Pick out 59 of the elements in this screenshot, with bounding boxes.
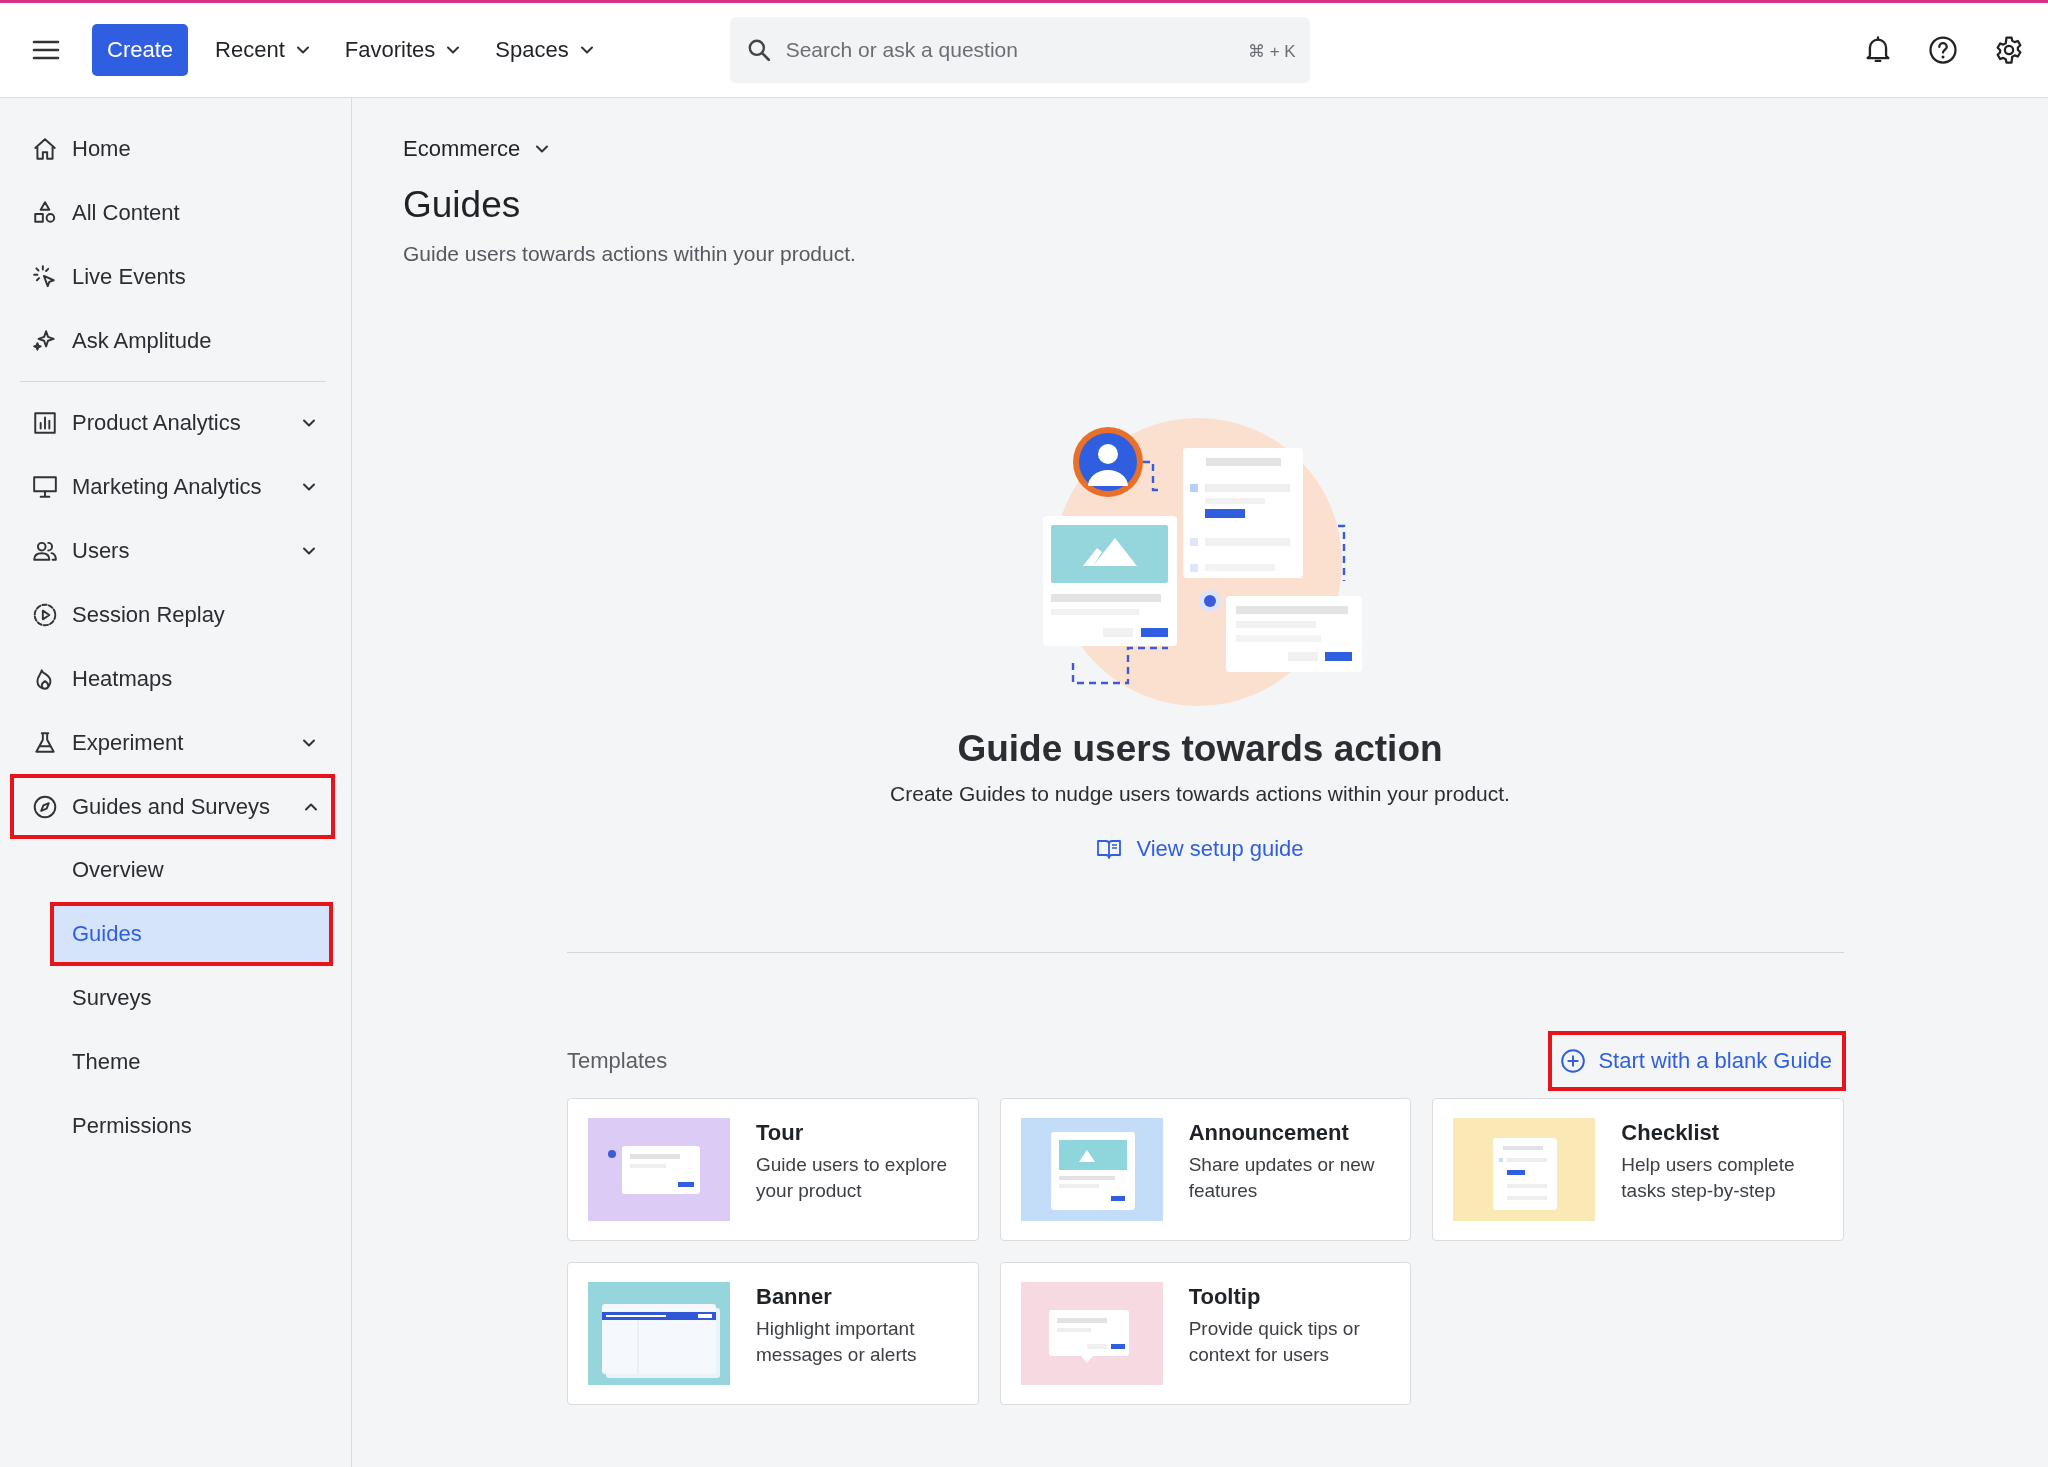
sidebar-item[interactable]: Product Analytics: [20, 392, 331, 453]
flask-icon: [32, 729, 58, 756]
template-description: Guide users to explore your product: [756, 1153, 949, 1203]
empty-state-heading: Guide users towards action: [957, 728, 1443, 770]
template-title: Checklist: [1621, 1120, 1721, 1146]
sidebar-item[interactable]: Users: [20, 520, 331, 581]
bar-chart-icon: [32, 409, 58, 436]
sidebar-subitem[interactable]: Overview: [52, 840, 331, 900]
sidebar-item[interactable]: Heatmaps: [20, 648, 331, 709]
template-description: Help users complete tasks step-by-step: [1621, 1153, 1796, 1203]
template-title: Tooltip: [1188, 1284, 1262, 1310]
sidebar-subitem[interactable]: Permissions: [52, 1096, 331, 1156]
template-description: Highlight important messages or alerts: [756, 1317, 918, 1367]
template-card[interactable]: Tooltip Provide quick tips or context for users: [999, 1262, 1412, 1405]
sidebar-item[interactable]: All Content: [20, 182, 331, 243]
home-icon: [32, 135, 58, 162]
page-title: Guides: [403, 184, 522, 226]
shapes-icon: [32, 199, 58, 226]
sparkle-icon: [32, 327, 58, 354]
menu-icon[interactable]: [32, 39, 60, 61]
bell-icon[interactable]: [1864, 35, 1892, 65]
blank-guide-button[interactable]: Start with a blank Guide: [1550, 1033, 1844, 1089]
create-button[interactable]: Create: [92, 24, 189, 76]
template-card[interactable]: Banner Highlight important messages or alerts: [567, 1262, 979, 1405]
template-card[interactable]: Announcement Share updates or new features: [999, 1098, 1412, 1241]
nav-menu[interactable]: Favorites: [327, 24, 479, 76]
empty-state-description: Create Guides to nudge users towards actions within your product.: [890, 782, 1510, 806]
cursor-click-icon: [32, 263, 58, 290]
sidebar-item[interactable]: Home: [20, 118, 331, 179]
book-icon: [1096, 837, 1123, 861]
sidebar-item[interactable]: Experiment: [20, 712, 331, 773]
template-title: Tour: [756, 1120, 805, 1146]
plus-circle-icon: [1560, 1048, 1587, 1074]
compass-icon: [32, 793, 58, 820]
sidebar-item[interactable]: Session Replay: [20, 584, 331, 645]
shortcut-hint: ⌘ + K: [1247, 41, 1296, 62]
sidebar-item[interactable]: Live Events: [20, 246, 331, 307]
nav-menu[interactable]: Spaces: [478, 24, 612, 76]
sidebar-subitem[interactable]: Surveys: [52, 968, 331, 1028]
nav-menu[interactable]: Recent: [198, 24, 328, 76]
sidebar-item[interactable]: Guides and Surveys: [12, 776, 333, 837]
sidebar-subitem[interactable]: Guides: [52, 904, 331, 964]
sidebar-subitem[interactable]: Theme: [52, 1032, 331, 1092]
setup-guide-link[interactable]: View setup guide: [1096, 836, 1304, 862]
monitor-icon: [32, 473, 58, 500]
template-card[interactable]: Tour Guide users to explore your product: [567, 1098, 979, 1241]
template-title: Announcement: [1188, 1120, 1350, 1146]
project-dropdown[interactable]: Ecommerce: [403, 136, 551, 162]
section-label: Templates: [567, 1048, 668, 1074]
page-subtitle: Guide users towards actions within your product.: [403, 242, 857, 266]
template-card[interactable]: Checklist Help users complete tasks step-by-step: [1432, 1098, 1844, 1241]
sidebar-item[interactable]: Marketing Analytics: [20, 456, 331, 517]
template-description: Share updates or new features: [1188, 1153, 1376, 1203]
help-icon[interactable]: [1928, 35, 1958, 65]
sidebar-item[interactable]: Ask Amplitude: [20, 310, 331, 371]
play-circle-icon: [32, 601, 58, 628]
template-description: Provide quick tips or context for users: [1188, 1317, 1361, 1367]
settings-icon[interactable]: [1994, 35, 2024, 65]
template-title: Banner: [756, 1284, 833, 1310]
